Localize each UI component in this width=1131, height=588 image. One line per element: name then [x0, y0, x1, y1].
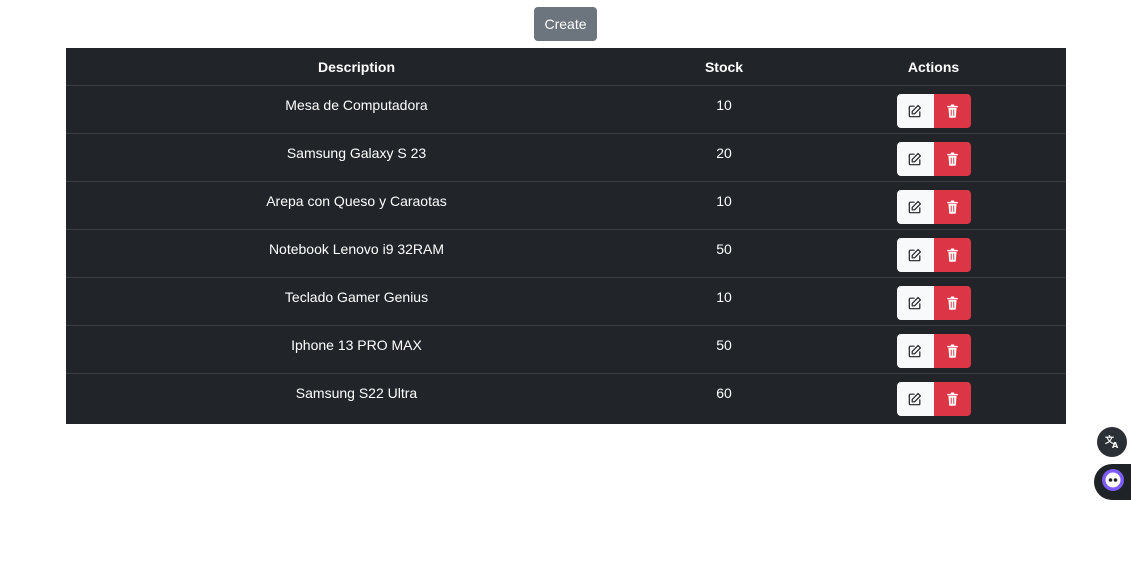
- edit-button[interactable]: [896, 382, 934, 416]
- table-row: Mesa de Computadora 10: [66, 85, 1066, 134]
- delete-button[interactable]: [933, 334, 971, 368]
- products-table: Description Stock Actions Mesa de Comput…: [66, 48, 1066, 424]
- delete-button[interactable]: [933, 94, 971, 128]
- cell-description: Notebook Lenovo i9 32RAM: [66, 229, 647, 278]
- trash-icon: [946, 248, 959, 262]
- cell-stock: 60: [716, 385, 732, 401]
- header-description: Description: [66, 48, 647, 86]
- row-actions: [896, 286, 971, 320]
- cell-actions: [801, 229, 1066, 278]
- delete-button[interactable]: [933, 142, 971, 176]
- edit-icon: [908, 296, 922, 310]
- table-row: Notebook Lenovo i9 32RAM 50: [66, 229, 1066, 278]
- trash-icon: [946, 200, 959, 214]
- table-header-row: Description Stock Actions: [66, 48, 1066, 86]
- row-actions: [896, 334, 971, 368]
- header-actions: Actions: [801, 48, 1066, 86]
- cell-actions: [801, 133, 1066, 182]
- table-row: Samsung S22 Ultra 60: [66, 374, 1066, 424]
- table-row: Samsung Galaxy S 23 20: [66, 133, 1066, 182]
- cell-description: Arepa con Queso y Caraotas: [66, 181, 647, 230]
- header-stock: Stock: [647, 48, 801, 86]
- cell-actions: [801, 374, 1066, 424]
- edit-icon: [908, 392, 922, 406]
- svg-text:A: A: [1112, 441, 1119, 449]
- edit-icon: [908, 344, 922, 358]
- edit-button[interactable]: [896, 190, 934, 224]
- cell-description: Samsung Galaxy S 23: [66, 133, 647, 182]
- edit-icon: [908, 152, 922, 166]
- edit-icon: [908, 248, 922, 262]
- trash-icon: [946, 152, 959, 166]
- cell-actions: [801, 277, 1066, 326]
- cell-description: Iphone 13 PRO MAX: [66, 325, 647, 374]
- cell-actions: [801, 325, 1066, 374]
- row-actions: [896, 142, 971, 176]
- assistant-icon: [1101, 468, 1125, 497]
- cell-stock: 10: [647, 85, 801, 134]
- delete-button[interactable]: [933, 286, 971, 320]
- edit-button[interactable]: [896, 238, 934, 272]
- edit-button[interactable]: [896, 94, 934, 128]
- trash-icon: [946, 104, 959, 118]
- delete-button[interactable]: [933, 238, 971, 272]
- table-row: Iphone 13 PRO MAX 50: [66, 325, 1066, 374]
- table-row: Teclado Gamer Genius 10: [66, 277, 1066, 326]
- table-body: Mesa de Computadora 10 Samsung Galaxy S 23…: [66, 85, 1066, 424]
- page: Create Description Stock Actions Mesa de…: [0, 0, 1131, 588]
- row-actions: [896, 382, 971, 416]
- row-actions: [896, 94, 971, 128]
- table-row: Arepa con Queso y Caraotas 10: [66, 181, 1066, 230]
- edit-button[interactable]: [896, 142, 934, 176]
- row-actions: [896, 190, 971, 224]
- cell-actions: [801, 181, 1066, 230]
- cell-actions: [801, 85, 1066, 134]
- edit-icon: [908, 104, 922, 118]
- cell-description: Mesa de Computadora: [66, 85, 647, 134]
- cell-description: Samsung S22 Ultra: [295, 385, 418, 401]
- edit-button[interactable]: [896, 286, 934, 320]
- row-actions: [896, 238, 971, 272]
- trash-icon: [946, 344, 959, 358]
- assistant-button[interactable]: [1094, 464, 1131, 500]
- table-header: Description Stock Actions: [66, 48, 1066, 86]
- cell-stock: 20: [647, 133, 801, 182]
- cell-stock: 50: [647, 325, 801, 374]
- cell-stock: 50: [647, 229, 801, 278]
- translate-icon: 文 A: [1104, 433, 1120, 452]
- delete-button[interactable]: [933, 382, 971, 416]
- translate-button[interactable]: 文 A: [1097, 427, 1127, 457]
- create-button[interactable]: Create: [534, 7, 597, 41]
- trash-icon: [946, 296, 959, 310]
- cell-stock: 10: [647, 277, 801, 326]
- delete-button[interactable]: [933, 190, 971, 224]
- edit-button[interactable]: [896, 334, 934, 368]
- products-table-container: Description Stock Actions Mesa de Comput…: [66, 48, 1066, 424]
- trash-icon: [946, 392, 959, 406]
- cell-description: Teclado Gamer Genius: [66, 277, 647, 326]
- edit-icon: [908, 200, 922, 214]
- cell-stock: 10: [647, 181, 801, 230]
